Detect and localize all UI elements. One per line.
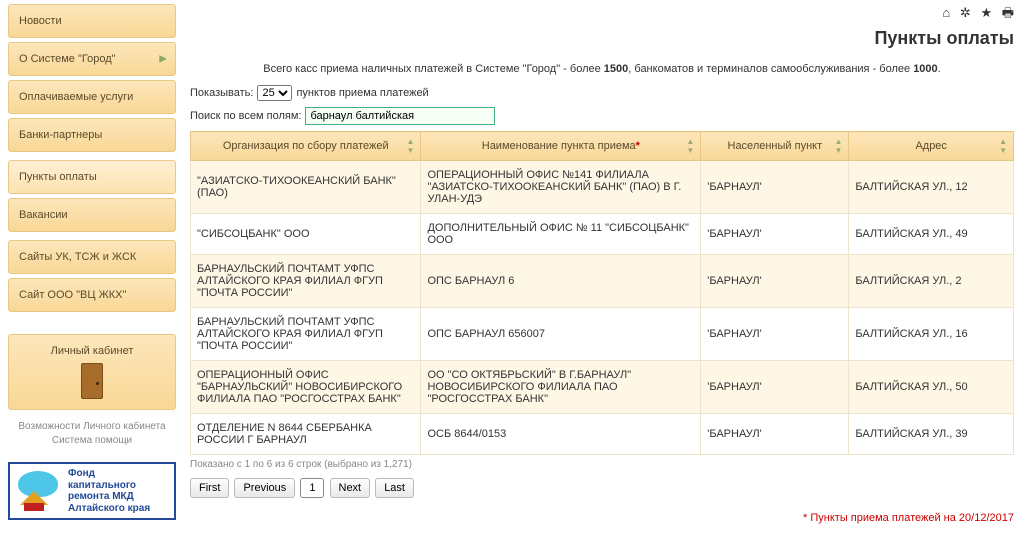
print-icon[interactable]: 🖶 xyxy=(1002,5,1014,20)
fond-logo-link[interactable]: Фонд капитального ремонта МКД Алтайского… xyxy=(8,462,176,520)
chevron-right-icon: ▶ xyxy=(159,54,167,65)
table-row: ОПЕРАЦИОННЫЙ ОФИС "БАРНАУЛЬСКИЙ" НОВОСИБ… xyxy=(191,361,1014,414)
cell-addr: БАЛТИЙСКАЯ УЛ., 16 xyxy=(849,308,1014,361)
cell-addr: БАЛТИЙСКАЯ УЛ., 12 xyxy=(849,161,1014,214)
show-suffix: пунктов приема платежей xyxy=(296,87,428,99)
col-name[interactable]: Наименование пункта приема*▲▼ xyxy=(421,132,701,161)
table-row: БАРНАУЛЬСКИЙ ПОЧТАМТ УФПС АЛТАЙСКОГО КРА… xyxy=(191,308,1014,361)
fond-logo-text: Фонд капитального ремонта МКД Алтайского… xyxy=(68,468,150,514)
footnote: * Пункты приема платежей на 20/12/2017 xyxy=(190,512,1014,524)
page-size-select[interactable]: 25 xyxy=(257,85,292,101)
sidebar-item-3[interactable]: Банки-партнеры xyxy=(8,118,176,152)
search-input[interactable] xyxy=(305,107,495,125)
sidebar-item-6[interactable]: Сайты УК, ТСЖ и ЖСК xyxy=(8,240,176,274)
pager-first[interactable]: First xyxy=(190,478,229,498)
sidebar-item-7[interactable]: Сайт ООО "ВЦ ЖКХ" xyxy=(8,278,176,312)
cell-name: ОПС БАРНАУЛ 656007 xyxy=(421,308,701,361)
pager-page-1[interactable]: 1 xyxy=(300,478,324,498)
table-row: "АЗИАТСКО-ТИХООКЕАНСКИЙ БАНК" (ПАО)ОПЕРА… xyxy=(191,161,1014,214)
col-org[interactable]: Организация по сбору платежей▲▼ xyxy=(191,132,421,161)
intro-text: Всего касс приема наличных платежей в Си… xyxy=(190,63,1014,75)
home-icon[interactable]: ⌂ xyxy=(942,5,950,20)
sidebar-caption: Возможности Личного кабинета Система пом… xyxy=(8,420,176,448)
cell-org: "АЗИАТСКО-ТИХООКЕАНСКИЙ БАНК" (ПАО) xyxy=(191,161,421,214)
cell-org: БАРНАУЛЬСКИЙ ПОЧТАМТ УФПС АЛТАЙСКОГО КРА… xyxy=(191,308,421,361)
pager-next[interactable]: Next xyxy=(330,478,371,498)
cell-name: ОО "СО ОКТЯБРЬСКИЙ" В Г.БАРНАУЛ" НОВОСИБ… xyxy=(421,361,701,414)
cell-org: ОТДЕЛЕНИЕ N 8644 СБЕРБАНКА РОССИИ Г БАРН… xyxy=(191,414,421,455)
personal-cabinet-button[interactable]: Личный кабинет xyxy=(8,334,176,410)
cell-org: БАРНАУЛЬСКИЙ ПОЧТАМТ УФПС АЛТАЙСКОГО КРА… xyxy=(191,255,421,308)
cell-city: 'БАРНАУЛ' xyxy=(701,255,849,308)
cell-city: 'БАРНАУЛ' xyxy=(701,214,849,255)
col-addr[interactable]: Адрес▲▼ xyxy=(849,132,1014,161)
sidebar-item-2[interactable]: Оплачиваемые услуги xyxy=(8,80,176,114)
star-icon[interactable]: ★ xyxy=(980,5,992,20)
sidebar-item-0[interactable]: Новости xyxy=(8,4,176,38)
table-row: "СИБСОЦБАНК" ОООДОПОЛНИТЕЛЬНЫЙ ОФИС № 11… xyxy=(191,214,1014,255)
sidebar-item-1[interactable]: О Системе "Город" ▶ xyxy=(8,42,176,76)
table-row: ОТДЕЛЕНИЕ N 8644 СБЕРБАНКА РОССИИ Г БАРН… xyxy=(191,414,1014,455)
cell-addr: БАЛТИЙСКАЯ УЛ., 2 xyxy=(849,255,1014,308)
sidebar-item-label: Оплачиваемые услуги xyxy=(19,91,133,103)
sidebar-item-4[interactable]: Пункты оплаты xyxy=(8,160,176,194)
cell-name: ОПС БАРНАУЛ 6 xyxy=(421,255,701,308)
cell-city: 'БАРНАУЛ' xyxy=(701,161,849,214)
fond-logo-icon xyxy=(16,471,62,511)
cell-org: "СИБСОЦБАНК" ООО xyxy=(191,214,421,255)
table-row: БАРНАУЛЬСКИЙ ПОЧТАМТ УФПС АЛТАЙСКОГО КРА… xyxy=(191,255,1014,308)
cell-addr: БАЛТИЙСКАЯ УЛ., 39 xyxy=(849,414,1014,455)
personal-cabinet-label: Личный кабинет xyxy=(9,345,175,357)
cell-city: 'БАРНАУЛ' xyxy=(701,308,849,361)
show-label: Показывать: xyxy=(190,87,253,99)
cell-name: ОСБ 8644/0153 xyxy=(421,414,701,455)
rss-icon[interactable]: ✲ xyxy=(960,5,971,20)
col-city[interactable]: Населенный пункт▲▼ xyxy=(701,132,849,161)
table-summary: Показано с 1 по 6 из 6 строк (выбрано из… xyxy=(190,459,1014,470)
door-icon xyxy=(81,363,103,399)
cell-name: ДОПОЛНИТЕЛЬНЫЙ ОФИС № 11 "СИБСОЦБАНК" ОО… xyxy=(421,214,701,255)
payments-table: Организация по сбору платежей▲▼ Наименов… xyxy=(190,131,1014,455)
pager-prev[interactable]: Previous xyxy=(234,478,295,498)
cell-city: 'БАРНАУЛ' xyxy=(701,414,849,455)
pager-last[interactable]: Last xyxy=(375,478,414,498)
sidebar-item-label: О Системе "Город" xyxy=(19,53,116,65)
sidebar-item-label: Банки-партнеры xyxy=(19,129,102,141)
sidebar-item-label: Новости xyxy=(19,15,62,27)
cell-addr: БАЛТИЙСКАЯ УЛ., 49 xyxy=(849,214,1014,255)
cell-org: ОПЕРАЦИОННЫЙ ОФИС "БАРНАУЛЬСКИЙ" НОВОСИБ… xyxy=(191,361,421,414)
search-label: Поиск по всем полям: xyxy=(190,110,301,122)
pager: First Previous 1 Next Last xyxy=(190,478,1014,498)
cell-addr: БАЛТИЙСКАЯ УЛ., 50 xyxy=(849,361,1014,414)
cell-name: ОПЕРАЦИОННЫЙ ОФИС №141 ФИЛИАЛА "АЗИАТСКО… xyxy=(421,161,701,214)
sidebar-item-label: Пункты оплаты xyxy=(19,171,97,183)
sidebar-item-5[interactable]: Вакансии xyxy=(8,198,176,232)
sidebar-item-label: Вакансии xyxy=(19,209,68,221)
cell-city: 'БАРНАУЛ' xyxy=(701,361,849,414)
page-title: Пункты оплаты xyxy=(190,28,1014,49)
sidebar-item-label: Сайт ООО "ВЦ ЖКХ" xyxy=(19,289,126,301)
sidebar-item-label: Сайты УК, ТСЖ и ЖСК xyxy=(19,251,136,263)
